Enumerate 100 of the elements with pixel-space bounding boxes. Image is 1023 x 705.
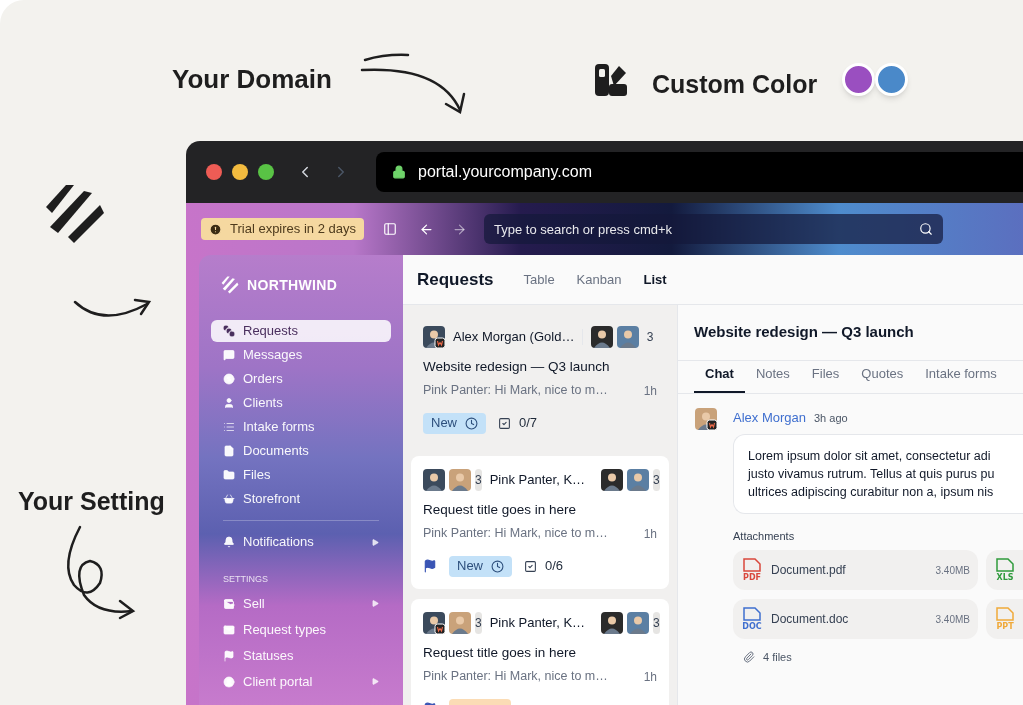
- flag-icon: [223, 649, 235, 662]
- checklist-icon: [498, 416, 511, 430]
- folder-icon: [223, 469, 235, 481]
- sidebar-item[interactable]: Documents: [211, 440, 391, 462]
- detail-tab[interactable]: Notes: [744, 363, 801, 393]
- alert-icon: [209, 222, 222, 236]
- sidebar-item[interactable]: Messages: [211, 344, 391, 366]
- task-count: 0/7: [519, 414, 538, 433]
- task-count: 0/6: [545, 557, 564, 576]
- request-title: Website redesign — Q3 launch: [423, 358, 611, 376]
- request-card[interactable]: 3 Pink Panter, K… 3 Request title goes in here Pink Panter: Hi Mark, nice to m… 1h New 0/6: [411, 456, 669, 589]
- document-icon: [223, 445, 235, 457]
- sidebar-item[interactable]: Intake forms: [211, 416, 391, 438]
- close-window-button[interactable]: [206, 164, 222, 180]
- annotation-label: Custom Color: [652, 69, 818, 100]
- lock-icon: [392, 165, 406, 179]
- count-label: 3: [653, 469, 660, 491]
- message-preview: Pink Panter: Hi Mark, nice to m…: [423, 525, 609, 543]
- file-name: Document.doc: [771, 611, 850, 628]
- time-label: 1h: [643, 525, 657, 543]
- detail-tab[interactable]: Chat: [694, 363, 745, 393]
- file-name: Document.pdf: [771, 562, 847, 579]
- file-count: 4 files: [763, 650, 792, 665]
- sidebar-item[interactable]: Orders: [211, 368, 391, 390]
- count-label: 3: [653, 612, 660, 634]
- chat-icon: [223, 349, 235, 361]
- wallet-icon: [223, 597, 235, 610]
- sidebar-item[interactable]: Notifications: [211, 531, 391, 553]
- message-text: Lorem ipsum dolor sit amet, consectetur adi: [748, 447, 992, 465]
- file-size: 3.40MB: [935, 612, 970, 627]
- count-label: 3: [475, 469, 482, 491]
- checklist-icon: [524, 559, 537, 573]
- message-text: justo vivamus rutrum. Tellus at quis purus pu: [748, 465, 996, 483]
- sidebar-item[interactable]: Storefront: [211, 488, 391, 510]
- color-swatch[interactable]: [875, 63, 908, 96]
- message-time: 3h ago: [814, 411, 848, 426]
- sidebar-item[interactable]: Files: [211, 464, 391, 486]
- detail-tab[interactable]: Quotes: [850, 363, 915, 393]
- detail-title: Website redesign — Q3 launch: [694, 322, 914, 343]
- attachments-label: Attachments: [733, 528, 796, 544]
- curved-arrow-icon: [360, 52, 468, 116]
- request-card[interactable]: 3 Pink Panter, K… 3 Request title goes in here Pink Panter: Hi Mark, nice to m… 1h: [411, 599, 669, 705]
- envelope-icon: [223, 623, 235, 636]
- basket-icon: [223, 493, 235, 505]
- url-text: portal.yourcompany.com: [418, 162, 592, 182]
- minimize-window-button[interactable]: [232, 164, 248, 180]
- sidebar-item[interactable]: Sell: [211, 592, 391, 615]
- logo-icon: [44, 183, 106, 245]
- maximize-window-button[interactable]: [258, 164, 274, 180]
- clock-icon: [465, 416, 478, 430]
- attachment-card[interactable]: XLS: [986, 550, 1023, 590]
- count-label: 3: [645, 329, 655, 346]
- address-bar[interactable]: portal.yourcompany.com: [376, 152, 1023, 192]
- annotation-label: Your Setting: [18, 486, 165, 517]
- requester-name: Alex Morgan (Gold…: [453, 328, 575, 347]
- requester-name: Pink Panter, K…: [489, 614, 586, 633]
- status-tag[interactable]: New: [449, 555, 512, 577]
- message-text: ultrices adipiscing curabitur non a, ipsum nis: [748, 483, 995, 501]
- view-tab[interactable]: Table: [523, 269, 555, 290]
- request-title: Request title goes in here: [423, 501, 578, 519]
- time-label: 1h: [643, 382, 657, 400]
- section-label: SETTINGS: [222, 573, 269, 586]
- logo-icon: [221, 276, 239, 294]
- request-title: Request title goes in here: [423, 644, 578, 662]
- view-tab[interactable]: List: [643, 269, 667, 290]
- trial-badge[interactable]: Trial expires in 2 days: [201, 218, 364, 240]
- page-title: Requests: [417, 268, 494, 291]
- time-label: 1h: [643, 668, 657, 686]
- forward-arrow-icon[interactable]: [451, 221, 467, 237]
- palette-icon: [593, 62, 629, 98]
- status-tag[interactable]: New: [423, 412, 486, 434]
- sidebar-item[interactable]: Clients: [211, 392, 391, 414]
- sidebar-item[interactable]: Request types: [211, 618, 391, 641]
- requester-name: Pink Panter, K…: [489, 471, 586, 490]
- clock-icon: [491, 559, 504, 573]
- search-icon: [918, 222, 933, 236]
- attachment-card[interactable]: PDF Document.pdf 3.40MB: [733, 550, 978, 590]
- sidebar-item[interactable]: Client portal: [211, 670, 391, 693]
- sidebar-item[interactable]: Requests: [211, 320, 391, 342]
- view-tab[interactable]: Kanban: [576, 269, 622, 290]
- attachment-card[interactable]: DOC Document.doc 3.40MB: [733, 599, 978, 639]
- requests-icon: [223, 325, 235, 337]
- message-preview: Pink Panter: Hi Mark, nice to m…: [423, 382, 609, 400]
- sidebar-item[interactable]: Statuses: [211, 644, 391, 667]
- bell-icon: [223, 536, 235, 548]
- detail-tab[interactable]: Files: [800, 363, 851, 393]
- paperclip-icon: [743, 651, 755, 664]
- sidebar-toggle-icon[interactable]: [382, 222, 397, 236]
- search-field[interactable]: Type to search or press cmd+k: [483, 214, 943, 244]
- count-label: 3: [475, 612, 482, 634]
- person-icon: [223, 397, 235, 409]
- detail-tab[interactable]: Intake forms: [914, 363, 1008, 393]
- list-icon: [223, 421, 235, 433]
- brand-name: NORTHWIND: [247, 275, 338, 295]
- avatar: [695, 408, 717, 430]
- annotation-label: Your Domain: [172, 63, 332, 96]
- file-size: 3.40MB: [935, 563, 970, 578]
- message-preview: Pink Panter: Hi Mark, nice to m…: [423, 668, 609, 686]
- author-link[interactable]: Alex Morgan: [733, 408, 806, 428]
- color-swatch[interactable]: [842, 63, 875, 96]
